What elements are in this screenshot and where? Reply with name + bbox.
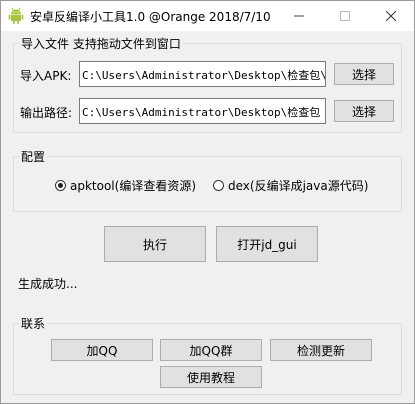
radio-apktool-label: apktool(编译查看资源): [70, 179, 197, 193]
config-group-label: 配置: [19, 148, 48, 165]
apk-label: 导入APK:: [20, 69, 72, 83]
status-text: 生成成功...: [18, 277, 78, 291]
run-button[interactable]: 执行: [104, 226, 206, 262]
minimize-button[interactable]: [276, 1, 322, 31]
output-path-label: 输出路径:: [20, 106, 73, 120]
minimize-icon: [294, 15, 304, 17]
apk-choose-button[interactable]: 选择: [334, 63, 394, 85]
tutorial-button[interactable]: 使用教程: [160, 366, 262, 388]
output-path-input[interactable]: C:\Users\Administrator\Desktop\检查包: [79, 98, 326, 124]
add-qq-group-button[interactable]: 加QQ群: [160, 339, 262, 361]
close-button[interactable]: [368, 1, 414, 31]
window-title: 安卓反编译小工具1.0 @Orange 2018/7/10: [30, 10, 271, 24]
radio-apktool[interactable]: apktool(编译查看资源): [55, 177, 196, 194]
close-icon: [386, 11, 396, 21]
radio-dex-indicator[interactable]: [213, 180, 224, 191]
add-qq-button[interactable]: 加QQ: [51, 339, 153, 361]
app-window: 安卓反编译小工具1.0 @Orange 2018/7/10 导入文件 支持拖动文…: [0, 0, 415, 404]
contact-group-label: 联系: [19, 315, 48, 332]
radio-apktool-indicator[interactable]: [55, 180, 66, 191]
output-choose-button[interactable]: 选择: [334, 100, 394, 122]
apk-path-input[interactable]: C:\Users\Administrator\Desktop\检查包\yyl: [79, 61, 326, 87]
title-bar[interactable]: 安卓反编译小工具1.0 @Orange 2018/7/10: [1, 1, 414, 31]
check-update-button[interactable]: 检测更新: [270, 339, 372, 361]
radio-dex-label: dex(反编译成java源代码): [228, 179, 369, 193]
import-group-label: 导入文件 支持拖动文件到窗口: [19, 35, 183, 52]
maximize-icon: [340, 11, 350, 21]
maximize-button[interactable]: [322, 1, 368, 31]
radio-dex[interactable]: dex(反编译成java源代码): [213, 177, 368, 194]
android-icon: [8, 7, 24, 24]
open-jdgui-button[interactable]: 打开jd_gui: [216, 226, 318, 262]
